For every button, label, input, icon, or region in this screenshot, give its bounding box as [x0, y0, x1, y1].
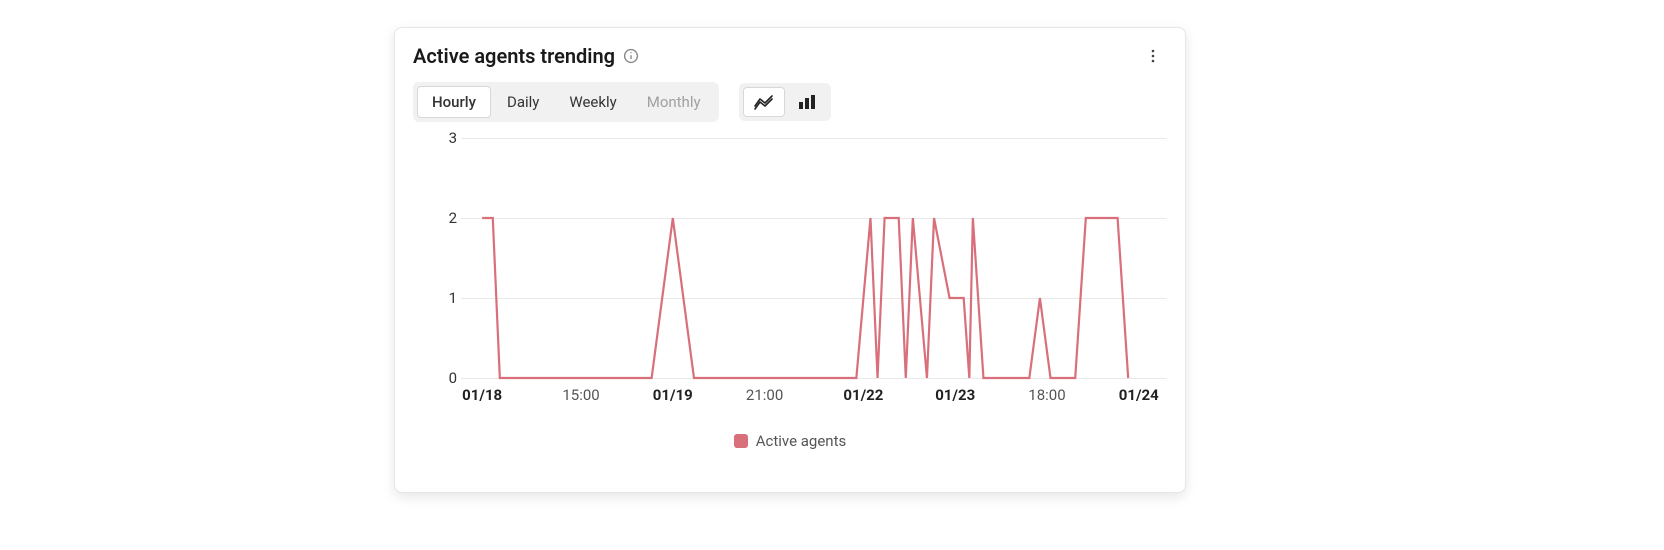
- y-tick-label: 2: [435, 209, 457, 227]
- series-line: [482, 218, 1128, 378]
- line-chart-icon: [754, 94, 774, 110]
- x-axis-ticks: 01/18 15:00 01/19 21:00 01/22 01/23 18:00 01/24: [461, 378, 1167, 418]
- y-tick-label: 3: [435, 129, 457, 147]
- title-wrap: Active agents trending: [413, 44, 639, 68]
- chart-type-bar-button[interactable]: [787, 88, 827, 116]
- x-tick-label: 01/19: [653, 386, 693, 404]
- active-agents-card: Active agents trending Hourly Daily Week…: [394, 27, 1186, 493]
- chart-legend: Active agents: [395, 432, 1185, 450]
- chart-plot: 0123: [461, 138, 1167, 378]
- chart-area: 0123 01/18 15:00 01/19 21:00 01/22 01/23 18:00…: [413, 138, 1167, 418]
- tab-monthly: Monthly: [633, 87, 715, 117]
- legend-swatch: [734, 434, 748, 448]
- tab-daily[interactable]: Daily: [493, 87, 553, 117]
- x-tick-label: 01/18: [462, 386, 502, 404]
- tab-weekly[interactable]: Weekly: [555, 87, 630, 117]
- chart-type-segmented: [739, 83, 831, 121]
- time-granularity-segmented: Hourly Daily Weekly Monthly: [413, 82, 719, 122]
- x-tick-label: 18:00: [1028, 386, 1065, 404]
- info-icon[interactable]: [623, 48, 639, 64]
- card-header: Active agents trending: [395, 28, 1185, 70]
- chart-type-line-button[interactable]: [743, 87, 785, 117]
- tab-hourly[interactable]: Hourly: [417, 86, 491, 118]
- chart-line-svg: [461, 138, 1167, 378]
- x-tick-label: 01/23: [935, 386, 975, 404]
- x-tick-label: 21:00: [746, 386, 783, 404]
- y-tick-label: 1: [435, 289, 457, 307]
- x-tick-label: 01/22: [843, 386, 883, 404]
- bar-chart-icon: [797, 94, 817, 110]
- card-title: Active agents trending: [413, 44, 615, 68]
- y-tick-label: 0: [435, 369, 457, 387]
- chart-controls: Hourly Daily Weekly Monthly: [395, 70, 1185, 122]
- x-tick-label: 15:00: [562, 386, 599, 404]
- legend-label: Active agents: [756, 432, 847, 450]
- more-options-button[interactable]: [1139, 42, 1167, 70]
- x-tick-label: 01/24: [1119, 386, 1159, 404]
